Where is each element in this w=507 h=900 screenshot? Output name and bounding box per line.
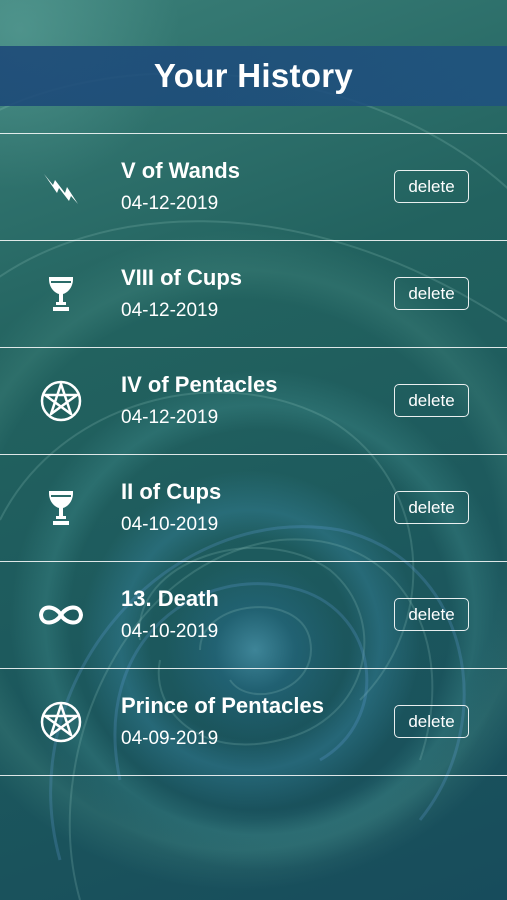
delete-button[interactable]: delete — [394, 170, 469, 203]
pentacle-icon — [36, 378, 86, 424]
delete-button[interactable]: delete — [394, 277, 469, 310]
chalice-icon — [36, 485, 86, 531]
card-name: IV of Pentacles — [121, 372, 278, 397]
chalice-icon — [36, 271, 86, 317]
lightning-icon — [36, 164, 86, 210]
delete-button[interactable]: delete — [394, 705, 469, 738]
history-row[interactable]: Prince of Pentacles 04-09-2019 delete — [0, 668, 507, 776]
card-name: II of Cups — [121, 479, 222, 504]
reading-date: 04-10-2019 — [121, 514, 219, 535]
card-name: V of Wands — [121, 158, 240, 183]
delete-button[interactable]: delete — [394, 598, 469, 631]
history-row[interactable]: VIII of Cups 04-12-2019 delete — [0, 240, 507, 347]
reading-date: 04-12-2019 — [121, 407, 219, 428]
history-list: V of Wands 04-12-2019 delete VIII of Cup… — [0, 133, 507, 776]
reading-date: 04-12-2019 — [121, 300, 219, 321]
card-name: 13. Death — [121, 586, 219, 611]
header-bar: Your History — [0, 46, 507, 106]
infinity-icon — [36, 592, 86, 638]
card-name: VIII of Cups — [121, 265, 242, 290]
card-name: Prince of Pentacles — [121, 693, 324, 718]
history-row[interactable]: IV of Pentacles 04-12-2019 delete — [0, 347, 507, 454]
history-row[interactable]: 13. Death 04-10-2019 delete — [0, 561, 507, 668]
reading-date: 04-09-2019 — [121, 728, 219, 749]
history-row[interactable]: II of Cups 04-10-2019 delete — [0, 454, 507, 561]
reading-date: 04-12-2019 — [121, 193, 219, 214]
reading-date: 04-10-2019 — [121, 621, 219, 642]
delete-button[interactable]: delete — [394, 491, 469, 524]
page-title: Your History — [153, 57, 354, 94]
history-row[interactable]: V of Wands 04-12-2019 delete — [0, 133, 507, 240]
delete-button[interactable]: delete — [394, 384, 469, 417]
pentacle-icon — [36, 699, 86, 745]
